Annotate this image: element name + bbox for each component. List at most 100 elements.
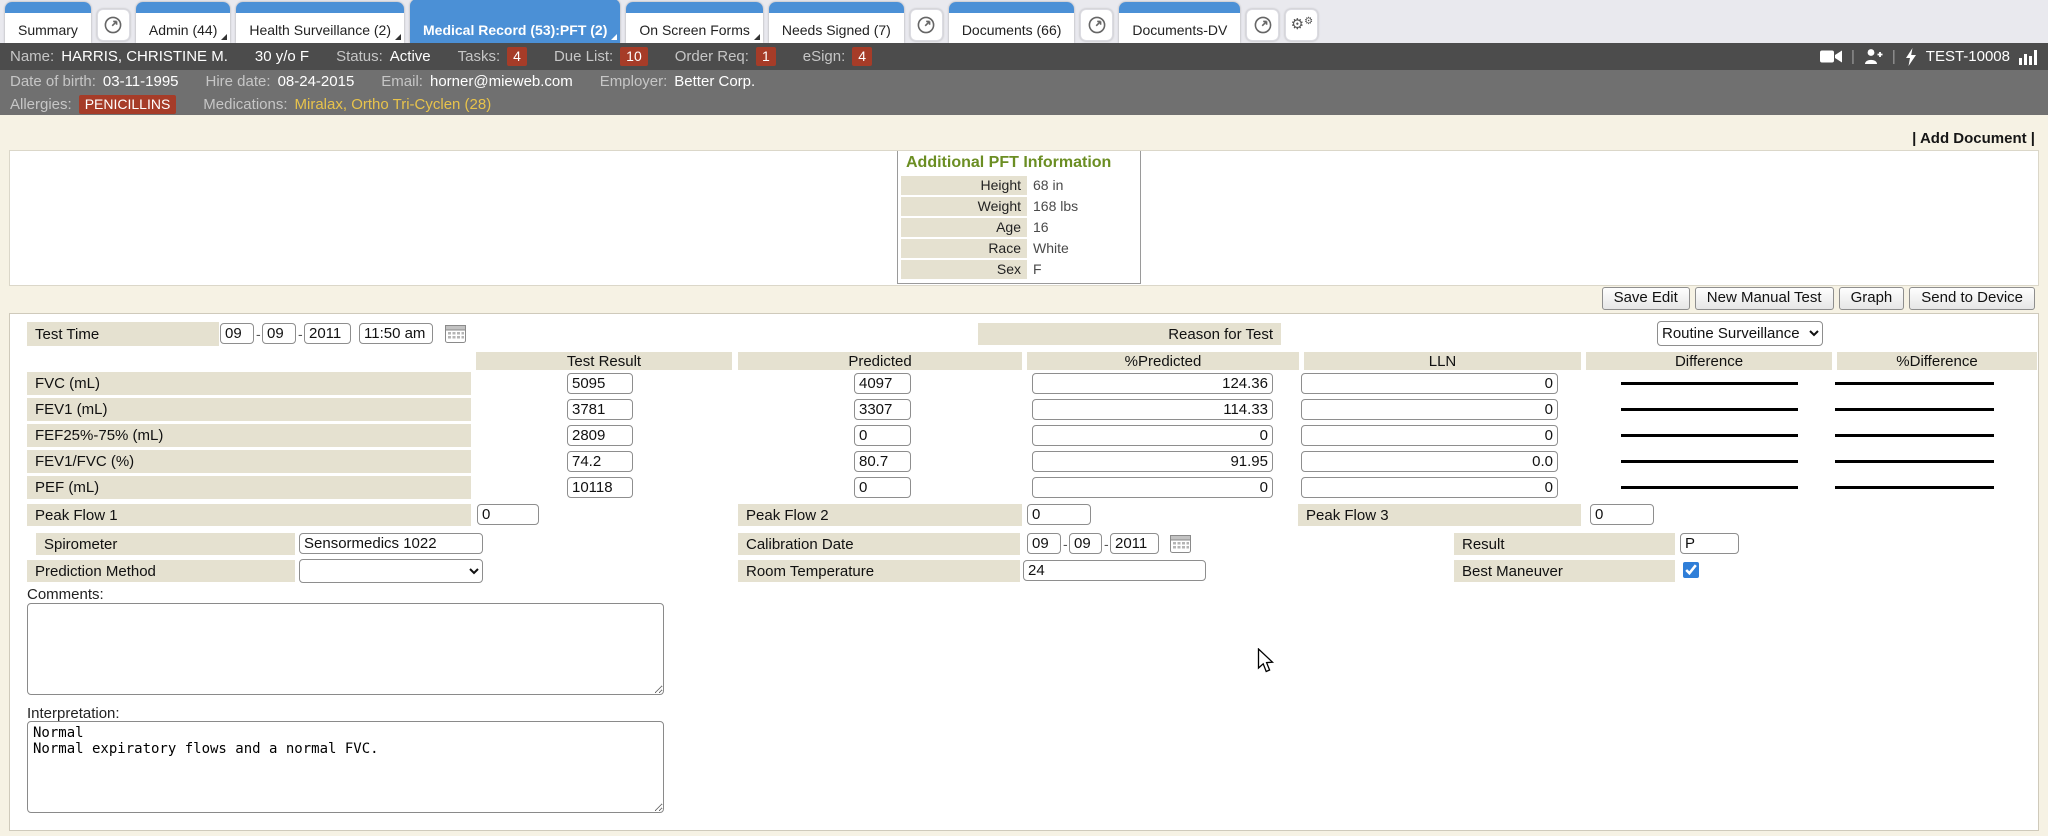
lightning-icon[interactable] xyxy=(1905,48,1917,66)
video-camera-icon[interactable] xyxy=(1820,49,1842,64)
fev1-fvc-predicted-input[interactable] xyxy=(854,451,911,472)
tab-documents-dv[interactable]: Documents-DV xyxy=(1119,2,1240,43)
weight-label: Weight xyxy=(901,197,1027,216)
fev1-fvc-lln-input[interactable] xyxy=(1301,451,1558,472)
fev1-fvc-pct-predicted-input[interactable] xyxy=(1032,451,1273,472)
allergies-label: Allergies: xyxy=(10,96,72,113)
calibration-year-input[interactable] xyxy=(1110,533,1159,554)
tab-health-surveillance[interactable]: Health Surveillance (2) xyxy=(236,2,404,43)
test-day-input[interactable] xyxy=(262,323,296,344)
bar-chart-icon[interactable] xyxy=(2019,49,2038,65)
test-year-input[interactable] xyxy=(304,323,351,344)
pft-info-title: Additional PFT Information xyxy=(898,151,1140,176)
comments-textarea[interactable] xyxy=(27,603,664,695)
result-input[interactable] xyxy=(1680,533,1739,554)
date-separator: - xyxy=(256,326,261,342)
settings-gears-icon[interactable]: ⚙⚙ xyxy=(1285,9,1318,41)
medications-list[interactable]: Miralax, Ortho Tri-Cyclen (28) xyxy=(295,96,492,113)
fvc-pct-predicted-input[interactable] xyxy=(1032,373,1273,394)
popout-icon xyxy=(1087,15,1107,35)
separator: | xyxy=(1851,48,1855,65)
interpretation-textarea[interactable]: Normal Normal expiratory flows and a nor… xyxy=(27,721,664,813)
tab-documents[interactable]: Documents (66) xyxy=(949,2,1075,43)
best-maneuver-label: Best Maneuver xyxy=(1454,560,1675,582)
race-label: Race xyxy=(901,239,1027,258)
graph-button[interactable]: Graph xyxy=(1839,287,1905,310)
sex-value: F xyxy=(1027,260,1042,279)
fev1-pct-predicted-input[interactable] xyxy=(1032,399,1273,420)
tab-medical-record-pft[interactable]: Medical Record (53):PFT (2) xyxy=(410,0,620,43)
fvc-predicted-input[interactable] xyxy=(854,373,911,394)
calendar-icon[interactable] xyxy=(445,324,466,343)
fev1-test-result-input[interactable] xyxy=(567,399,633,420)
popout-icon xyxy=(103,15,123,35)
tasks-count-badge[interactable]: 4 xyxy=(507,47,527,66)
fev1-fvc-difference-line xyxy=(1621,460,1798,463)
pef-lln-input[interactable] xyxy=(1301,477,1558,498)
allergy-badge[interactable]: PENICILLINS xyxy=(79,95,177,114)
fev1-pct-difference-line xyxy=(1835,408,1994,411)
interpretation-label: Interpretation: xyxy=(27,705,120,722)
fvc-pct-difference-line xyxy=(1835,382,1994,385)
patient-header-bar: Name: HARRIS, CHRISTINE M. 30 y/o F Stat… xyxy=(0,43,2048,70)
fev1-predicted-input[interactable] xyxy=(854,399,911,420)
result-label: Result xyxy=(1454,533,1675,555)
calibration-day-input[interactable] xyxy=(1069,533,1102,554)
reason-for-test-select[interactable]: Routine Surveillance xyxy=(1657,321,1823,346)
fev1-lln-input[interactable] xyxy=(1301,399,1558,420)
peak-flow-2-label: Peak Flow 2 xyxy=(738,504,1022,526)
calendar-icon xyxy=(445,324,466,343)
fef2575-pct-predicted-input[interactable] xyxy=(1032,425,1273,446)
separator: | xyxy=(1892,48,1896,65)
prediction-method-select[interactable] xyxy=(299,559,483,583)
popout-icon xyxy=(1253,15,1273,35)
peak-flow-3-input[interactable] xyxy=(1590,504,1654,525)
save-edit-button[interactable]: Save Edit xyxy=(1602,287,1690,310)
fev1-fvc-test-result-input[interactable] xyxy=(567,451,633,472)
room-temperature-label: Room Temperature xyxy=(738,560,1020,582)
tasks-label: Tasks: xyxy=(458,48,501,65)
calibration-month-input[interactable] xyxy=(1027,533,1061,554)
tab-needs-signed[interactable]: Needs Signed (7) xyxy=(769,2,904,43)
esign-count-badge[interactable]: 4 xyxy=(852,47,872,66)
tab-summary[interactable]: Summary xyxy=(5,2,91,43)
peak-flow-2-input[interactable] xyxy=(1027,504,1091,525)
order-req-count-badge[interactable]: 1 xyxy=(756,47,776,66)
fef2575-test-result-input[interactable] xyxy=(567,425,633,446)
test-time-input[interactable] xyxy=(359,323,433,344)
new-manual-test-button[interactable]: New Manual Test xyxy=(1695,287,1834,310)
age-label: Age xyxy=(901,218,1027,237)
sex-label: Sex xyxy=(901,260,1027,279)
test-month-input[interactable] xyxy=(220,323,254,344)
fef2575-predicted-input[interactable] xyxy=(854,425,911,446)
room-temperature-input[interactable] xyxy=(1023,560,1206,581)
spirometer-input[interactable] xyxy=(299,533,483,554)
due-list-count-badge[interactable]: 10 xyxy=(620,47,648,66)
status-value: Active xyxy=(390,48,431,65)
best-maneuver-checkbox[interactable] xyxy=(1683,562,1699,578)
tab-admin[interactable]: Admin (44) xyxy=(136,2,230,43)
pef-test-result-input[interactable] xyxy=(567,477,633,498)
date-separator: - xyxy=(1104,536,1109,552)
fvc-lln-input[interactable] xyxy=(1301,373,1558,394)
add-document-link[interactable]: | Add Document | xyxy=(1912,130,2035,147)
fef2575-lln-input[interactable] xyxy=(1301,425,1558,446)
send-to-device-button[interactable]: Send to Device xyxy=(1909,287,2035,310)
col-header-difference: Difference xyxy=(1586,352,1832,370)
tab-on-screen-forms[interactable]: On Screen Forms xyxy=(626,2,762,43)
calibration-date-label: Calibration Date xyxy=(738,533,1020,555)
patient-age-sex: 30 y/o F xyxy=(255,48,309,65)
dob-value: 03-11-1995 xyxy=(103,73,179,90)
popout-icon[interactable] xyxy=(1246,9,1279,41)
add-person-icon[interactable] xyxy=(1864,48,1883,65)
popout-icon[interactable] xyxy=(910,9,943,41)
peak-flow-1-input[interactable] xyxy=(477,504,539,525)
calendar-icon[interactable] xyxy=(1170,534,1191,553)
pft-info-row: Sex F xyxy=(901,260,1137,279)
pef-predicted-input[interactable] xyxy=(854,477,911,498)
popout-icon[interactable] xyxy=(97,9,130,41)
pft-info-row: Race White xyxy=(901,239,1137,258)
fvc-test-result-input[interactable] xyxy=(567,373,633,394)
pef-pct-predicted-input[interactable] xyxy=(1032,477,1273,498)
popout-icon[interactable] xyxy=(1080,9,1113,41)
